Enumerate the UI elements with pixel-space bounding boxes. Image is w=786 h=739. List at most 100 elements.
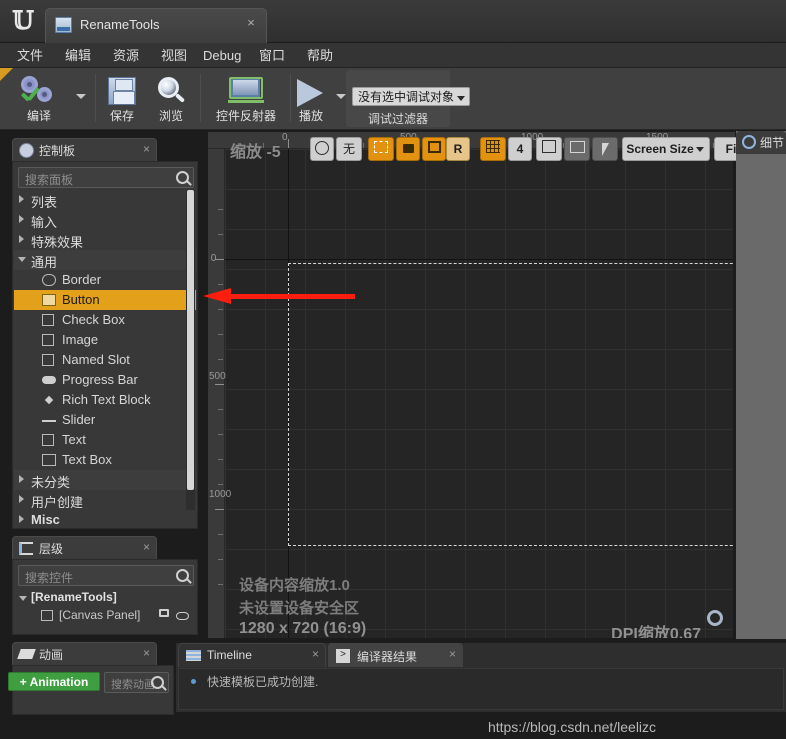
animation-tab[interactable]: 动画 × [12, 642, 157, 665]
transform-toggle-button[interactable] [536, 137, 562, 161]
ruler-tick-label: 500 [209, 371, 226, 382]
close-icon[interactable]: × [143, 540, 150, 554]
lock-toggle-button[interactable] [396, 137, 420, 161]
preview-mode-value: 无 [342, 142, 355, 156]
animation-search-input[interactable]: 搜索动画 [104, 672, 169, 693]
eye-icon[interactable] [176, 612, 189, 620]
palette-scroll-thumb[interactable] [187, 190, 194, 490]
dashed-square-icon [374, 141, 388, 153]
menu-item-window[interactable]: 窗口 [252, 46, 292, 65]
compile-gears-icon [19, 76, 59, 108]
hierarchy-child-label: [Canvas Panel] [59, 608, 141, 622]
design-canvas[interactable]: 设备内容缩放1.0 未设置设备安全区 1280 x 720 (16:9) DPI… [225, 149, 733, 638]
unreal-logo-icon: 𝕌 [12, 6, 34, 35]
palette-category-list[interactable]: 列表 [14, 190, 196, 210]
play-label: 播放 [298, 109, 323, 123]
ruler-tick-label: 0 [282, 132, 288, 143]
menu-item-help[interactable]: 帮助 [300, 46, 340, 65]
close-icon[interactable]: × [244, 16, 258, 30]
palette-tab[interactable]: 控制板 × [12, 138, 157, 161]
axis-x-line [225, 259, 733, 260]
widget-reflector-button[interactable]: 控件反射器 [206, 70, 286, 127]
gear-icon[interactable] [707, 610, 723, 626]
palette-category-misc[interactable]: Misc [14, 510, 196, 530]
vertical-ruler: 0 500 1000 [208, 149, 231, 638]
close-icon[interactable]: × [143, 646, 150, 660]
menu-item-file[interactable]: 文件 [10, 46, 50, 65]
palette-item-check-box[interactable]: Check Box [14, 310, 196, 330]
tab-timeline[interactable]: Timeline × [178, 643, 326, 667]
palette-category-uncategorized[interactable]: 未分类 [14, 470, 196, 490]
menu-item-edit[interactable]: 编辑 [58, 46, 98, 65]
transform-icon [542, 140, 556, 153]
palette-category-special-effects[interactable]: 特殊效果 [14, 230, 196, 250]
compile-dropdown-arrow[interactable] [76, 94, 86, 99]
palette-item-named-slot[interactable]: Named Slot [14, 350, 196, 370]
debug-object-dropdown[interactable]: 没有选中调试对象 [352, 87, 471, 106]
search-icon [176, 171, 189, 184]
hierarchy-search-input[interactable]: 搜索控件 [18, 565, 194, 586]
menu-item-debug[interactable]: Debug [196, 46, 248, 65]
hierarchy-tab-title: 层级 [39, 542, 64, 556]
bullet-icon [191, 679, 196, 684]
progress-bar-icon [42, 376, 56, 384]
palette-search-input[interactable]: 搜索面板 [18, 167, 194, 188]
close-icon[interactable]: × [143, 142, 150, 156]
palette-category-label: 列表 [31, 195, 58, 210]
panel-toggle-button[interactable] [422, 137, 446, 161]
menu-item-view[interactable]: 视图 [154, 46, 194, 65]
palette-item-text-box[interactable]: Text Box [14, 450, 196, 470]
palette-item-text[interactable]: Text [14, 430, 196, 450]
outline-toggle-button[interactable] [368, 137, 394, 161]
play-dropdown-arrow[interactable] [336, 94, 346, 99]
rich-text-icon [44, 395, 54, 405]
palette-item-progress-bar[interactable]: Progress Bar [14, 370, 196, 390]
compile-label: 编译 [26, 109, 51, 123]
palette-category-input[interactable]: 输入 [14, 210, 196, 230]
ruler-tick-label: 0 [210, 253, 217, 264]
chevron-right-icon [19, 495, 24, 503]
resolution-text: 1280 x 720 (16:9) [239, 620, 367, 637]
palette-item-button[interactable]: Button [14, 290, 196, 310]
tab-compiler-results[interactable]: > 编译器结果 × [328, 643, 463, 667]
tab-timeline-label: Timeline [207, 648, 252, 662]
palette-item-border[interactable]: Border [14, 270, 196, 290]
chevron-right-icon [19, 215, 24, 223]
add-animation-button[interactable]: + Animation [8, 672, 100, 691]
menu-item-assets[interactable]: 资源 [106, 46, 146, 65]
hierarchy-child-item[interactable]: [Canvas Panel] [17, 608, 193, 625]
palette-scrollbar[interactable] [186, 190, 195, 510]
debug-object-value: 没有选中调试对象 [358, 90, 455, 104]
mirror-toggle-button[interactable] [592, 137, 618, 161]
globe-icon [315, 141, 329, 155]
localization-preview-button[interactable] [310, 137, 334, 161]
hierarchy-root-label: [RenameTools] [31, 590, 117, 604]
image-icon [42, 334, 54, 346]
play-button[interactable]: 播放 [278, 70, 344, 127]
unlock-icon[interactable] [159, 609, 169, 617]
details-tab[interactable]: 细节 [736, 131, 786, 154]
palette-category-user-created[interactable]: 用户创建 [14, 490, 196, 510]
preview-mode-dropdown[interactable]: 无 [336, 137, 362, 161]
close-icon[interactable]: × [449, 647, 456, 661]
respect-locks-button[interactable]: R [446, 137, 470, 161]
canvas-panel-bounds[interactable] [288, 263, 733, 546]
palette-category-label: 输入 [31, 215, 58, 230]
palette-category-common[interactable]: 通用 [14, 250, 196, 270]
grid-size-stepper[interactable]: 4 [508, 137, 532, 161]
browse-button[interactable]: 浏览 [148, 70, 194, 127]
palette-item-image[interactable]: Image [14, 330, 196, 350]
grid-snap-button[interactable] [480, 137, 506, 161]
palette-item-rich-text-block[interactable]: Rich Text Block [14, 390, 196, 410]
close-icon[interactable]: × [312, 647, 319, 661]
save-button[interactable]: 保存 [100, 70, 144, 127]
screen-size-dropdown[interactable]: Screen Size [622, 137, 710, 161]
compile-button[interactable]: 编译 [8, 70, 70, 127]
hierarchy-tab[interactable]: 层级 × [12, 536, 157, 559]
image-preview-button[interactable] [564, 137, 590, 161]
watermark-text: https://blog.csdn.net/leelizc [0, 719, 786, 735]
designer-viewport[interactable]: 设备内容缩放1.0 未设置设备安全区 1280 x 720 (16:9) DPI… [207, 131, 786, 639]
document-tab-renametools[interactable]: RenameTools × [45, 8, 267, 43]
compiler-log-area[interactable]: 快速模板已成功创建. [178, 668, 784, 710]
palette-item-slider[interactable]: Slider [14, 410, 196, 430]
